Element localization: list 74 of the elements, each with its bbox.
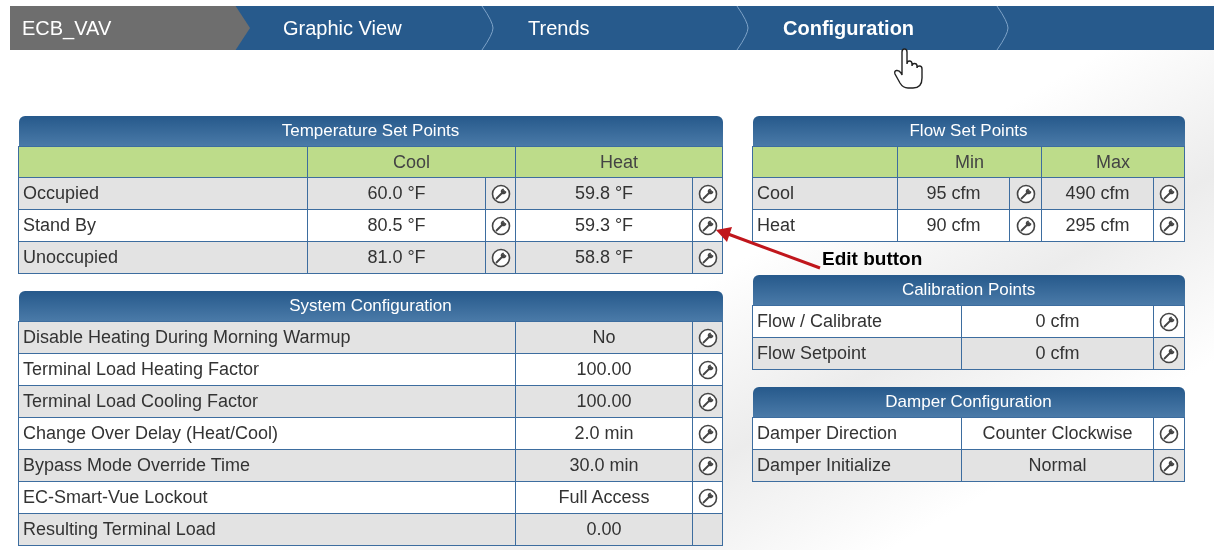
edit-icon[interactable]	[1159, 343, 1179, 364]
value-cell: 58.8 °F	[515, 241, 693, 274]
chevron-separator-icon	[996, 6, 1010, 50]
edit-icon[interactable]	[697, 455, 718, 476]
row-label: Flow / Calibrate	[752, 305, 962, 338]
panel-title: Temperature Set Points	[18, 116, 723, 147]
row-label: Resulting Terminal Load	[18, 513, 516, 546]
row-label: Disable Heating During Morning Warmup	[18, 321, 516, 354]
row-label: Damper Direction	[752, 417, 962, 450]
row-label: Occupied	[18, 177, 308, 210]
panel-title: Calibration Points	[752, 275, 1185, 306]
panel-title: System Configuration	[18, 291, 723, 322]
value-cell: 2.0 min	[515, 417, 693, 450]
edit-icon[interactable]	[1159, 455, 1179, 476]
breadcrumb-tab[interactable]: Trends	[495, 6, 750, 50]
value-cell: Counter Clockwise	[961, 417, 1154, 450]
edit-icon[interactable]	[490, 215, 511, 236]
edit-icon[interactable]	[1015, 215, 1036, 236]
column-header: Max	[1041, 146, 1185, 178]
value-cell: 60.0 °F	[307, 177, 486, 210]
edit-icon[interactable]	[1015, 183, 1036, 204]
breadcrumb-tab[interactable]: ECB_VAV	[10, 6, 250, 50]
value-cell: No	[515, 321, 693, 354]
value-cell: 30.0 min	[515, 449, 693, 482]
row-label: Heat	[752, 209, 898, 242]
edit-icon[interactable]	[697, 327, 718, 348]
panel-title: Flow Set Points	[752, 116, 1185, 147]
value-cell: 295 cfm	[1041, 209, 1154, 242]
row-label: Stand By	[18, 209, 308, 242]
edit-icon[interactable]	[697, 359, 718, 380]
breadcrumb-tab[interactable]: Configuration	[750, 6, 1010, 50]
value-cell: 90 cfm	[897, 209, 1010, 242]
panel-title: Damper Configuration	[752, 387, 1185, 418]
value-cell: 95 cfm	[897, 177, 1010, 210]
edit-icon[interactable]	[1159, 183, 1180, 204]
row-label: Damper Initialize	[752, 449, 962, 482]
value-cell: 0 cfm	[961, 305, 1154, 338]
edit-icon[interactable]	[1159, 215, 1180, 236]
edit-icon[interactable]	[697, 391, 718, 412]
value-cell: 0.00	[515, 513, 693, 546]
chevron-separator-icon	[481, 6, 495, 50]
row-label: Terminal Load Cooling Factor	[18, 385, 516, 418]
edit-icon[interactable]	[697, 215, 718, 236]
edit-icon[interactable]	[697, 423, 718, 444]
value-cell: Normal	[961, 449, 1154, 482]
edit-icon[interactable]	[697, 183, 718, 204]
value-cell: 59.3 °F	[515, 209, 693, 242]
edit-icon[interactable]	[697, 487, 718, 508]
row-label: Change Over Delay (Heat/Cool)	[18, 417, 516, 450]
value-cell: 490 cfm	[1041, 177, 1154, 210]
row-label: Terminal Load Heating Factor	[18, 353, 516, 386]
value-cell: Full Access	[515, 481, 693, 514]
value-cell: 100.00	[515, 385, 693, 418]
edit-icon[interactable]	[1159, 311, 1179, 332]
edit-icon[interactable]	[1159, 423, 1179, 444]
value-cell: 100.00	[515, 353, 693, 386]
edit-icon[interactable]	[490, 183, 511, 204]
annotation-label: Edit button	[822, 247, 923, 270]
value-cell: 80.5 °F	[307, 209, 486, 242]
row-label: Cool	[752, 177, 898, 210]
value-cell: 81.0 °F	[307, 241, 486, 274]
edit-icon[interactable]	[697, 247, 718, 268]
column-header: Min	[897, 146, 1042, 178]
row-label: EC-Smart-Vue Lockout	[18, 481, 516, 514]
breadcrumb-tab[interactable]: Graphic View	[250, 6, 495, 50]
row-label: Bypass Mode Override Time	[18, 449, 516, 482]
chevron-separator-icon	[736, 6, 750, 50]
column-header: Heat	[515, 146, 723, 178]
row-label: Flow Setpoint	[752, 337, 962, 370]
value-cell: 0 cfm	[961, 337, 1154, 370]
value-cell: 59.8 °F	[515, 177, 693, 210]
edit-icon[interactable]	[490, 247, 511, 268]
column-header: Cool	[307, 146, 516, 178]
row-label: Unoccupied	[18, 241, 308, 274]
